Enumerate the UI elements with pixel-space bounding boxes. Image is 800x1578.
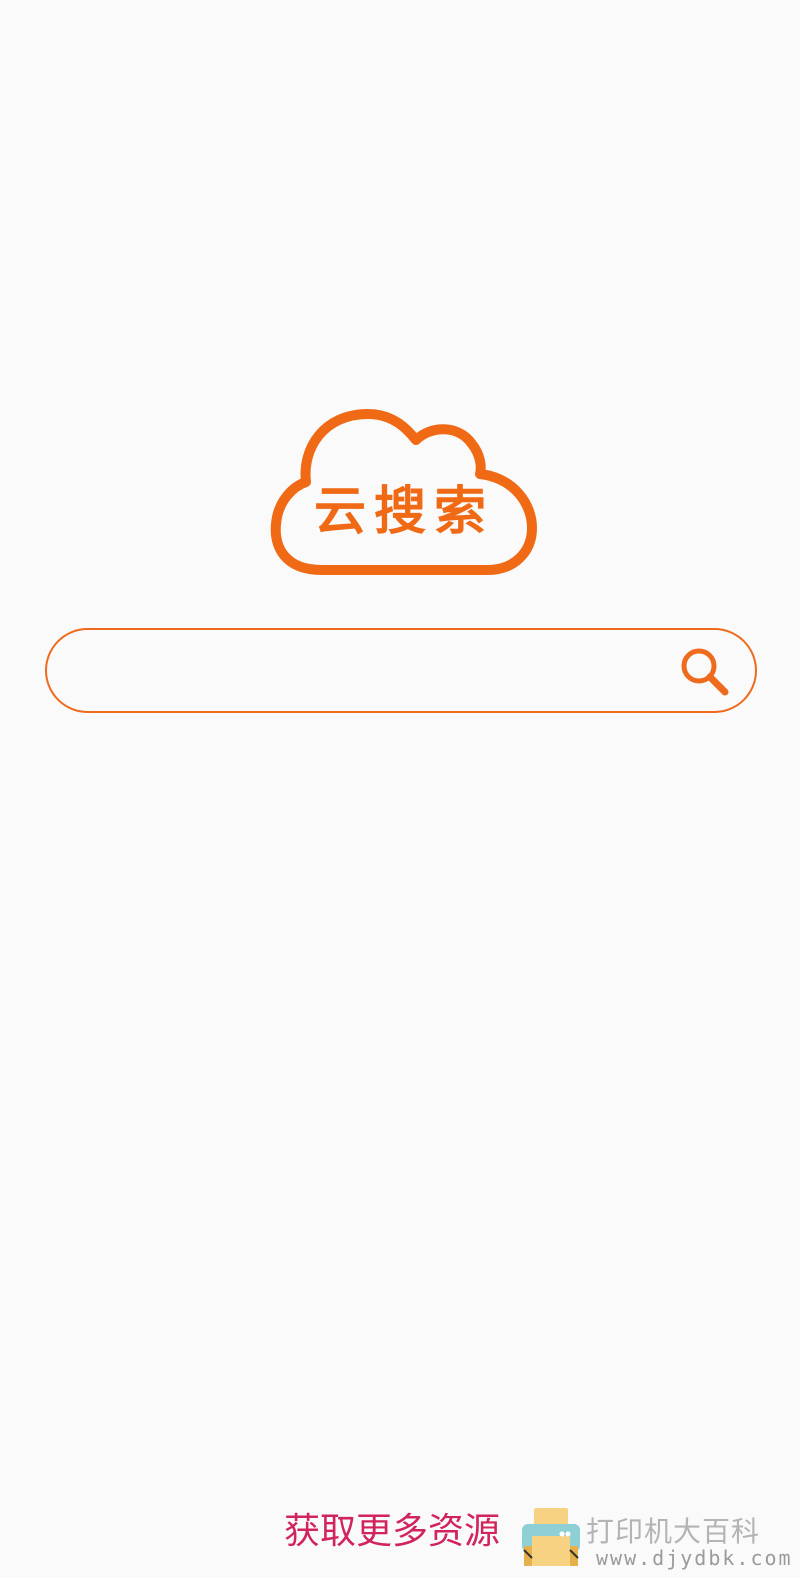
logo-title: 云搜索 xyxy=(313,481,494,542)
search-icon xyxy=(681,648,729,696)
search-button[interactable] xyxy=(677,644,733,700)
printer-icon xyxy=(522,1508,580,1566)
site-watermark: 打印机大百科 www.djydbk.com xyxy=(520,1500,795,1574)
get-more-resources-link[interactable]: 获取更多资源 xyxy=(284,1510,500,1553)
watermark-url: www.djydbk.com xyxy=(596,1546,793,1570)
search-input[interactable] xyxy=(87,648,671,696)
app-logo: 云搜索 xyxy=(270,406,538,580)
search-bar[interactable] xyxy=(45,628,757,713)
watermark-site-name: 打印机大百科 xyxy=(586,1515,761,1548)
